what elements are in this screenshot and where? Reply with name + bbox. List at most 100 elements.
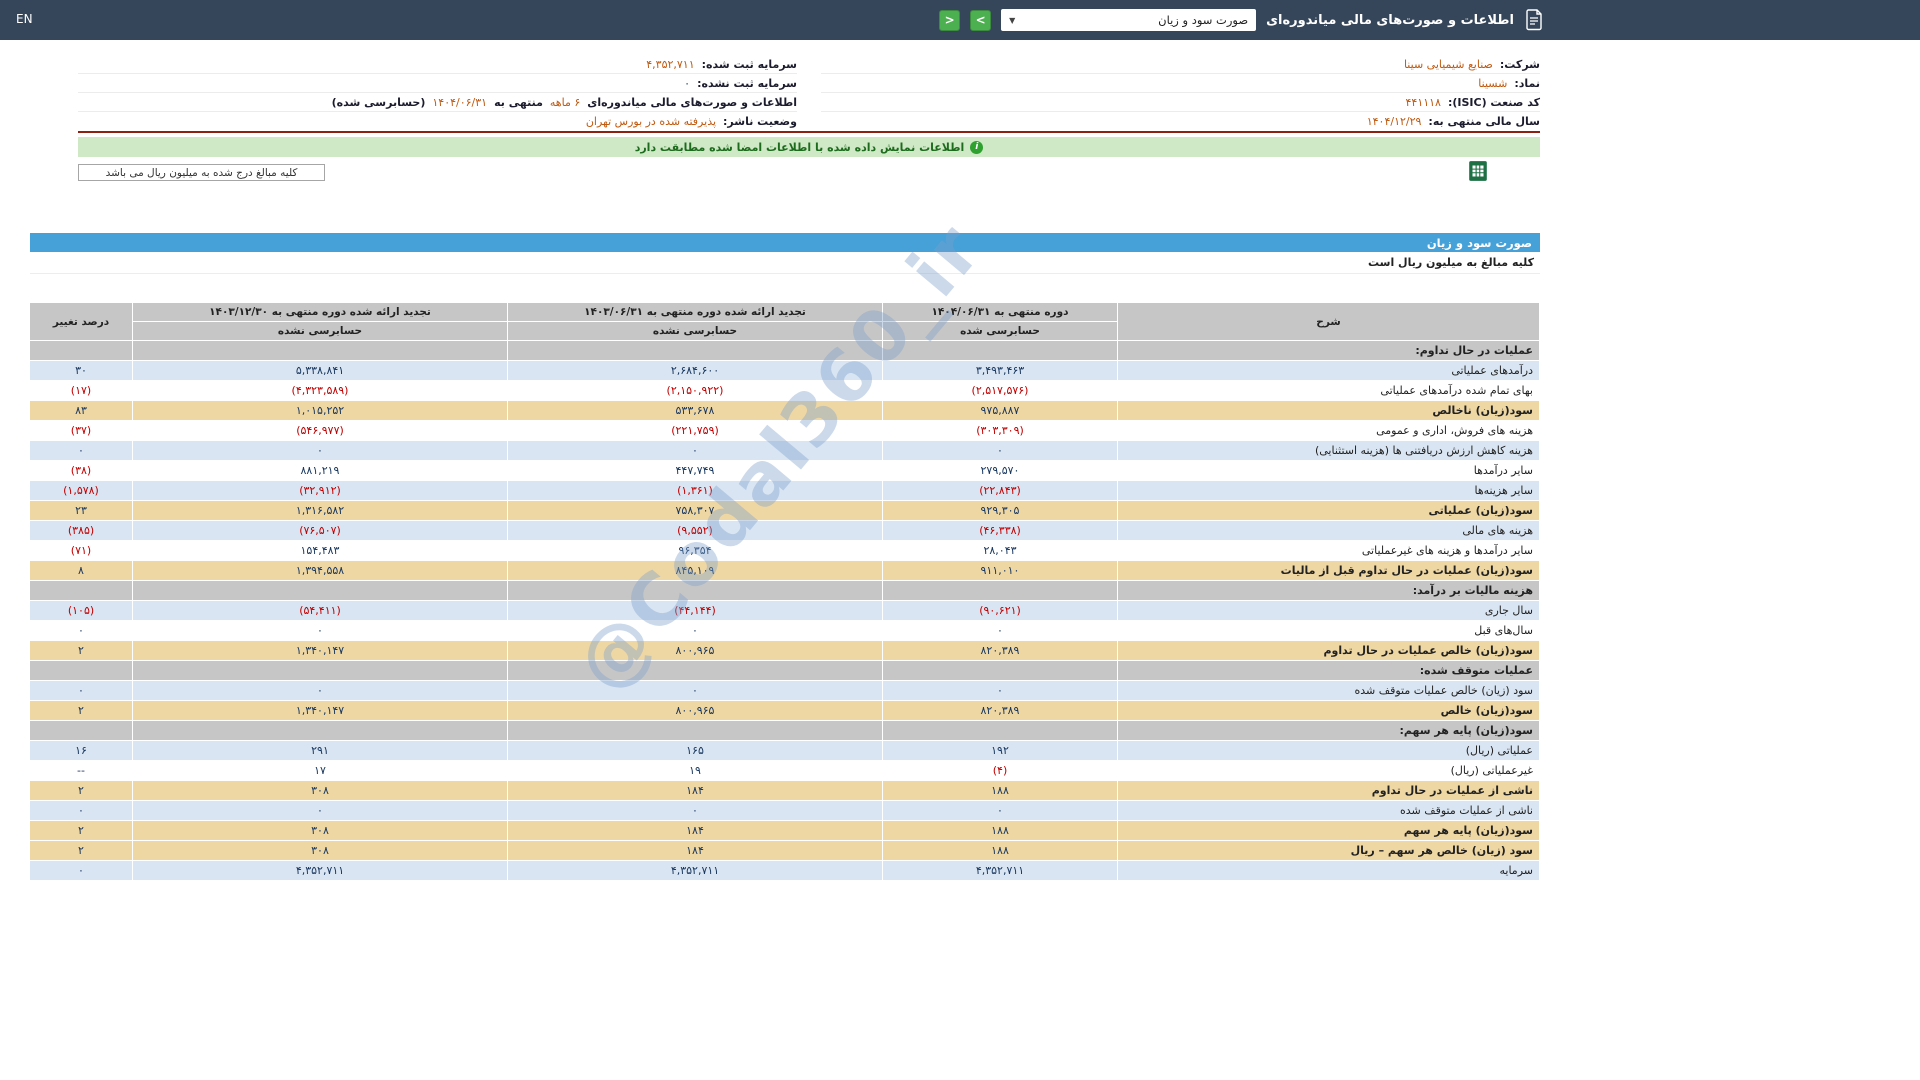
period-value: ۴,۳۵۲,۷۱۱ bbox=[132, 860, 508, 881]
empty-cell bbox=[132, 720, 508, 741]
section-label: عملیات متوقف شده: bbox=[1117, 660, 1540, 681]
period-value: (۴۴,۱۴۴) bbox=[507, 600, 883, 621]
header-period2: تجدید ارائه شده دوره منتهی به ۱۴۰۳/۰۶/۳۱ bbox=[507, 302, 883, 322]
period-value: ۱,۳۴۰,۱۴۷ bbox=[132, 640, 508, 661]
period-value: ۱,۰۱۵,۲۵۲ bbox=[132, 400, 508, 421]
navbar-content: اطلاعات و صورت‌های مالی میاندوره‌ای صورت… bbox=[939, 0, 1544, 40]
period-value: ۰ bbox=[507, 800, 883, 821]
table-row: ناشی از عملیات متوقف شده ۰ ۰ ۰ ۰ bbox=[29, 800, 1540, 821]
dropdown-selected-value: صورت سود و زیان bbox=[1158, 13, 1249, 27]
change-value: ۲ bbox=[29, 640, 133, 661]
empty-cell bbox=[132, 660, 508, 681]
empty-cell bbox=[507, 660, 883, 681]
row-label: سال‌های قبل bbox=[1117, 620, 1540, 641]
statement-type-dropdown[interactable]: صورت سود و زیان ▼ bbox=[1001, 9, 1257, 31]
info-label: نماد: bbox=[1514, 76, 1540, 90]
period-value: (۳۲,۹۱۲) bbox=[132, 480, 508, 501]
row-label: سود (زیان) خالص عملیات متوقف شده bbox=[1117, 680, 1540, 701]
period-value: ۹۱۱,۰۱۰ bbox=[882, 560, 1118, 581]
unit-note-text: کلیه مبالغ درج شده به میلیون ریال می باش… bbox=[105, 166, 298, 179]
header-change: درصد تغییر bbox=[29, 302, 133, 341]
header-period1-audit: حسابرسی شده bbox=[882, 321, 1118, 341]
company-info-row: شرکت: صنایع شیمیایی سینا bbox=[821, 55, 1540, 74]
table-row: هزینه های مالی (۴۶,۳۳۸) (۹,۵۵۲) (۷۶,۵۰۷) (۳۸… bbox=[29, 520, 1540, 541]
section-row: هزینه مالیات بر درآمد: bbox=[29, 580, 1540, 601]
info-label: سرمایه ثبت شده: bbox=[701, 57, 797, 71]
info-label: سال مالی منتهی به: bbox=[1428, 115, 1540, 128]
info-value: ۴,۳۵۲,۷۱۱ bbox=[646, 57, 695, 71]
change-value: ۲ bbox=[29, 700, 133, 721]
empty-cell bbox=[29, 720, 133, 741]
period-value: ۳۰۸ bbox=[132, 840, 508, 861]
table-row: سال‌های قبل ۰ ۰ ۰ ۰ bbox=[29, 620, 1540, 641]
row-label: درآمدهای عملیاتی bbox=[1117, 360, 1540, 381]
change-value: ۲ bbox=[29, 780, 133, 801]
period-value: ۸۸۱,۲۱۹ bbox=[132, 460, 508, 481]
nav-arrow-right-button[interactable]: > bbox=[970, 9, 992, 31]
empty-cell bbox=[882, 340, 1118, 361]
period-value: ۸۲۰,۳۸۹ bbox=[882, 700, 1118, 721]
period-value: ۹۲۹,۳۰۵ bbox=[882, 500, 1118, 521]
change-value: ۳۰ bbox=[29, 360, 133, 381]
section-label: سود(زیان) پایه هر سهم: bbox=[1117, 720, 1540, 741]
period-value: ۸۰۰,۹۶۵ bbox=[507, 640, 883, 661]
empty-cell bbox=[882, 580, 1118, 601]
period-value: ۲۸,۰۴۳ bbox=[882, 540, 1118, 561]
company-info-section: شرکت: صنایع شیمیایی سینا نماد: شسینا کد صنعت… bbox=[78, 55, 1540, 133]
period-value: ۱۸۴ bbox=[507, 840, 883, 861]
period-value: ۹۶,۳۵۴ bbox=[507, 540, 883, 561]
period-value: ۴۴۷,۷۴۹ bbox=[507, 460, 883, 481]
company-info-right-column: شرکت: صنایع شیمیایی سینا نماد: شسینا کد صنعت… bbox=[821, 55, 1540, 131]
table-header: شرح دوره منتهی به ۱۴۰۴/۰۶/۳۱ تجدید ارائه… bbox=[29, 302, 1540, 341]
change-value: (۳۷) bbox=[29, 420, 133, 441]
nav-arrow-left-button[interactable]: < bbox=[939, 9, 961, 31]
period-value: (۲۲,۸۴۳) bbox=[882, 480, 1118, 501]
period-value: ۰ bbox=[507, 440, 883, 461]
period-value: ۰ bbox=[882, 440, 1118, 461]
period-value: ۰ bbox=[882, 680, 1118, 701]
period-value: ۵۳۳,۶۷۸ bbox=[507, 400, 883, 421]
table-row: درآمدهای عملیاتی ۳,۴۹۳,۴۶۳ ۲,۶۸۴,۶۰۰ ۵,۳۳۸,… bbox=[29, 360, 1540, 381]
row-label: ناشی از عملیات در حال تداوم bbox=[1117, 780, 1540, 801]
info-label: منتهی به bbox=[494, 95, 543, 109]
section-label: عملیات در حال تداوم: bbox=[1117, 340, 1540, 361]
header-period3: تجدید ارائه شده دوره منتهی به ۱۴۰۳/۱۲/۳۰ bbox=[132, 302, 508, 322]
period-value: (۳۰۳,۳۰۹) bbox=[882, 420, 1118, 441]
info-value: ۱۴۰۴/۰۶/۳۱ bbox=[432, 95, 488, 109]
period-value: (۱,۳۶۱) bbox=[507, 480, 883, 501]
row-label: سود(زیان) عملیات در حال تداوم قبل از مال… bbox=[1117, 560, 1540, 581]
report-document-icon[interactable] bbox=[1524, 8, 1544, 32]
table-row: سایر درآمدها و هزینه های غیرعملیاتی ۲۸,۰۴… bbox=[29, 540, 1540, 561]
table-row: سود(زیان) خالص عملیات در حال تداوم ۸۲۰,۳۸… bbox=[29, 640, 1540, 661]
period-value: (۴۶,۳۳۸) bbox=[882, 520, 1118, 541]
period-value: ۸۲۰,۳۸۹ bbox=[882, 640, 1118, 661]
table-row: سال جاری (۹۰,۶۲۱) (۴۴,۱۴۴) (۵۴,۴۱۱) (۱۰۵) bbox=[29, 600, 1540, 621]
period-value: ۰ bbox=[132, 800, 508, 821]
row-label: سایر هزینه‌ها bbox=[1117, 480, 1540, 501]
info-value: پذیرفته شده در بورس تهران bbox=[585, 115, 717, 128]
change-value: ۰ bbox=[29, 620, 133, 641]
empty-cell bbox=[507, 340, 883, 361]
change-value: ۸۳ bbox=[29, 400, 133, 421]
table-row: هزینه های فروش، اداری و عمومی (۳۰۳,۳۰۹) (۲… bbox=[29, 420, 1540, 441]
row-label: بهای تمام شده درآمدهای عملیاتی bbox=[1117, 380, 1540, 401]
period-value: ۱۵۴,۴۸۳ bbox=[132, 540, 508, 561]
language-toggle[interactable]: EN bbox=[16, 12, 33, 26]
header-period2-audit: حسابرسی نشده bbox=[507, 321, 883, 341]
header-period1: دوره منتهی به ۱۴۰۴/۰۶/۳۱ bbox=[882, 302, 1118, 322]
row-label: هزینه های فروش، اداری و عمومی bbox=[1117, 420, 1540, 441]
change-value: ۰ bbox=[29, 680, 133, 701]
period-value: (۷۶,۵۰۷) bbox=[132, 520, 508, 541]
excel-export-icon[interactable] bbox=[1468, 160, 1488, 182]
row-label: سود(زیان) عملیاتی bbox=[1117, 500, 1540, 521]
row-label: عملیاتی (ریال) bbox=[1117, 740, 1540, 761]
empty-cell bbox=[29, 340, 133, 361]
company-info-row: سال مالی منتهی به: ۱۴۰۴/۱۲/۲۹ bbox=[821, 112, 1540, 131]
period-value: ۰ bbox=[132, 440, 508, 461]
statement-unit-note: کلیه مبالغ به میلیون ریال است bbox=[30, 252, 1540, 274]
row-label: سود(زیان) ناخالص bbox=[1117, 400, 1540, 421]
table-row: سایر هزینه‌ها (۲۲,۸۴۳) (۱,۳۶۱) (۳۲,۹۱۲) (۱,۵… bbox=[29, 480, 1540, 501]
period-value: ۹۷۵,۸۸۷ bbox=[882, 400, 1118, 421]
statement-title-bar: صورت سود و زیان bbox=[30, 233, 1540, 252]
company-info-row: سرمایه ثبت شده: ۴,۳۵۲,۷۱۱ bbox=[78, 55, 797, 74]
